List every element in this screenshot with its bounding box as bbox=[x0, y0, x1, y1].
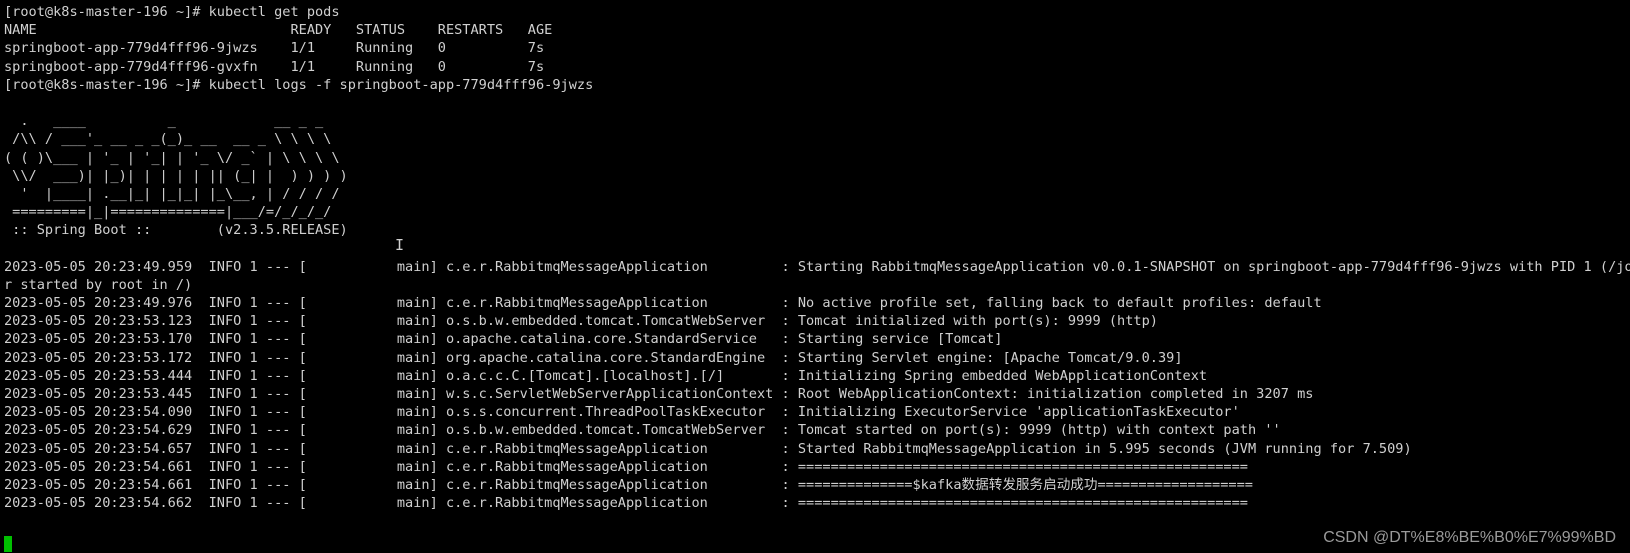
terminal-line: 2023-05-05 20:23:54.661 INFO 1 --- [ mai… bbox=[4, 458, 1248, 475]
terminal-line: 2023-05-05 20:23:54.090 INFO 1 --- [ mai… bbox=[4, 404, 1240, 421]
terminal-line: /\\ / ___'_ __ _ _(_)_ __ __ _ \ \ \ \ bbox=[4, 131, 332, 148]
terminal-line: 2023-05-05 20:23:53.170 INFO 1 --- [ mai… bbox=[4, 331, 1003, 348]
terminal-cursor[interactable] bbox=[4, 536, 12, 552]
terminal-line: 2023-05-05 20:23:49.959 INFO 1 --- [ mai… bbox=[4, 258, 1630, 275]
terminal-line: 2023-05-05 20:23:53.123 INFO 1 --- [ mai… bbox=[4, 313, 1158, 330]
terminal-line: NAME READY STATUS RESTARTS AGE bbox=[4, 22, 553, 39]
terminal-line: [root@k8s-master-196 ~]# kubectl logs -f… bbox=[4, 76, 594, 93]
watermark: CSDN @DT%E8%BE%B0%E7%99%BD bbox=[1323, 529, 1616, 546]
terminal-window[interactable]: [root@k8s-master-196 ~]# kubectl get pod… bbox=[0, 0, 1630, 553]
terminal-line: :: Spring Boot :: (v2.3.5.RELEASE) bbox=[4, 222, 348, 239]
terminal-line: . ____ _ __ _ _ bbox=[4, 113, 324, 130]
terminal-line: [root@k8s-master-196 ~]# kubectl get pod… bbox=[4, 4, 340, 20]
terminal-output: [root@k8s-master-196 ~]# kubectl get pod… bbox=[4, 3, 1630, 512]
terminal-line: \\/ ___)| |_)| | | | | || (_| | ) ) ) ) bbox=[4, 167, 348, 184]
terminal-line: springboot-app-779d4fff96-9jwzs 1/1 Runn… bbox=[4, 40, 545, 57]
terminal-line: 2023-05-05 20:23:49.976 INFO 1 --- [ mai… bbox=[4, 295, 1322, 311]
terminal-line: 2023-05-05 20:23:54.661 INFO 1 --- [ mai… bbox=[4, 476, 1253, 493]
terminal-line: 2023-05-05 20:23:54.662 INFO 1 --- [ mai… bbox=[4, 495, 1248, 512]
terminal-line: springboot-app-779d4fff96-gvxfn 1/1 Runn… bbox=[4, 58, 545, 75]
terminal-line: 2023-05-05 20:23:54.657 INFO 1 --- [ mai… bbox=[4, 440, 1412, 457]
terminal-line: 2023-05-05 20:23:53.445 INFO 1 --- [ mai… bbox=[4, 385, 1314, 402]
terminal-line: ' |____| .__|_| |_|_| |_\__, | / / / / bbox=[4, 185, 340, 202]
terminal-line: 2023-05-05 20:23:53.172 INFO 1 --- [ mai… bbox=[4, 349, 1183, 366]
terminal-line: r started by root in /) bbox=[4, 276, 193, 293]
text-select-cursor-icon: I bbox=[395, 236, 405, 254]
terminal-line: 2023-05-05 20:23:54.629 INFO 1 --- [ mai… bbox=[4, 422, 1281, 439]
terminal-line: 2023-05-05 20:23:53.444 INFO 1 --- [ mai… bbox=[4, 367, 1208, 384]
terminal-line: =========|_|==============|___/=/_/_/_/ bbox=[4, 204, 332, 221]
terminal-line: ( ( )\___ | '_ | '_| | '_ \/ _` | \ \ \ … bbox=[4, 149, 340, 166]
